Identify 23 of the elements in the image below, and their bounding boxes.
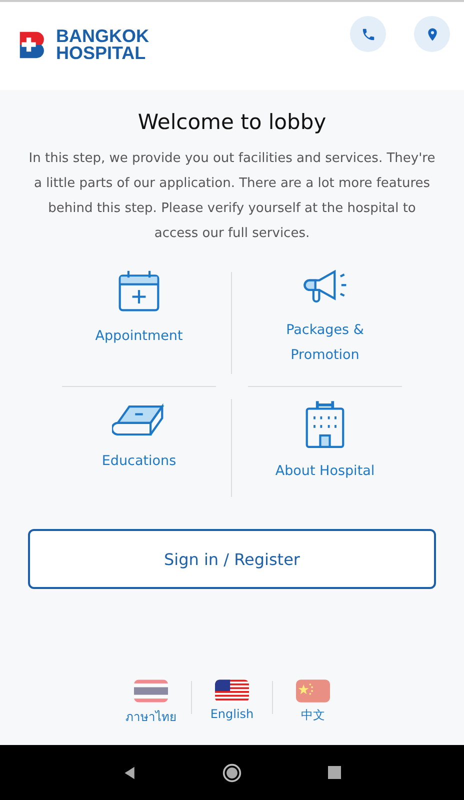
language-option[interactable]: ภาษาไทย — [111, 679, 191, 726]
phone-button[interactable] — [350, 16, 386, 52]
logo-text: HOSPITAL — [56, 45, 147, 62]
calendar-plus-icon — [116, 268, 162, 314]
language-option[interactable]: 中文 — [273, 679, 353, 726]
hospital-building-icon — [304, 399, 346, 449]
flag-icon — [215, 679, 249, 703]
menu-item[interactable]: Appointment — [64, 268, 214, 386]
language-option[interactable]: English — [192, 679, 272, 726]
location-button[interactable] — [414, 16, 450, 52]
flag-icon — [134, 679, 168, 703]
logo-text: BANGKOK — [56, 28, 149, 45]
flag-icon — [296, 679, 330, 703]
back-icon[interactable] — [122, 766, 137, 780]
home-icon[interactable] — [222, 762, 242, 782]
menu-item[interactable]: About Hospital — [250, 399, 400, 509]
menu-item[interactable]: Packages & Promotion — [250, 268, 400, 386]
page-title: Welcome to lobby — [138, 110, 326, 134]
recents-icon[interactable] — [328, 766, 342, 779]
phone-icon — [360, 26, 376, 42]
intro-paragraph: In this step, we provide you out facilities and services. They're a little parts of our application. There are a lot more features behind this step. Please verify yourself at the hospital to access our full services. — [28, 150, 436, 243]
menu-item[interactable]: Educations — [64, 403, 214, 509]
sign-in-register-button[interactable]: Sign in / Register — [28, 529, 436, 589]
